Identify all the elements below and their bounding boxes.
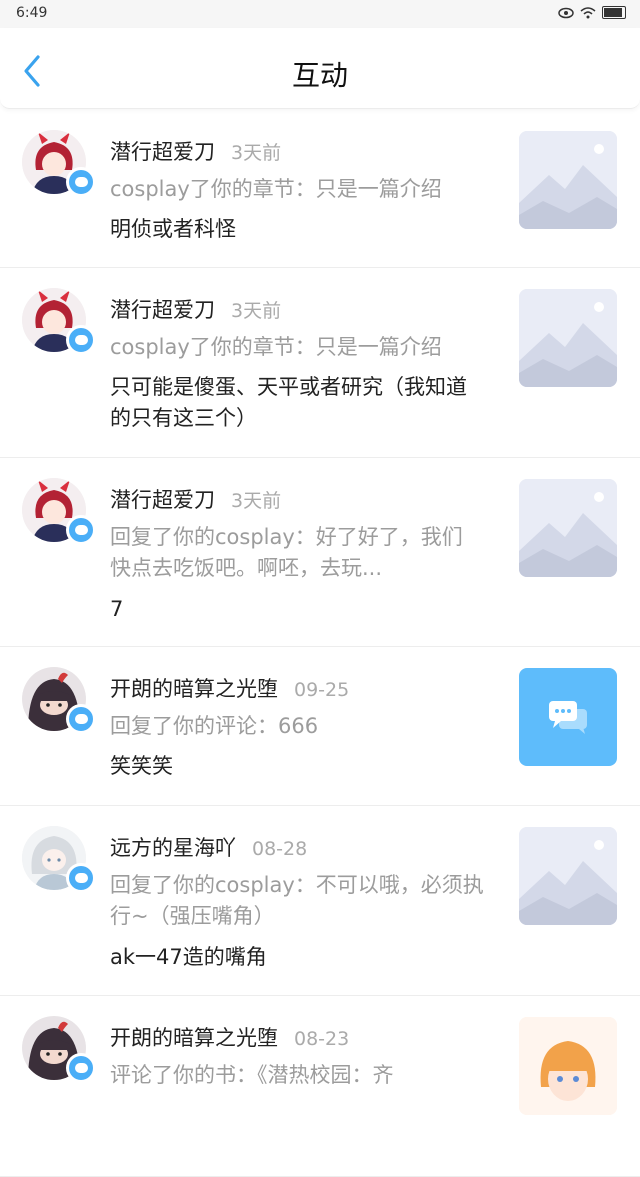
item-time: 3天前 bbox=[231, 300, 282, 322]
item-time: 08-28 bbox=[252, 838, 308, 860]
item-content: 明侦或者科怪 bbox=[110, 217, 236, 241]
item-content: ak一47造的嘴角 bbox=[110, 945, 267, 969]
item-description: 回复了你的cosplay：好了好了，我们快点去吃饭吧。啊呸，去玩... bbox=[110, 525, 463, 580]
item-description: cosplay了你的章节：只是一篇介绍 bbox=[110, 335, 442, 359]
status-bar: 6:49 bbox=[0, 0, 640, 28]
item-description: 评论了你的书：《潜热校园：齐 bbox=[110, 1063, 394, 1087]
user-name[interactable]: 潜行超爱刀 3天前 bbox=[110, 294, 281, 324]
list-item[interactable]: 潜行超爱刀 3天前 cosplay了你的章节：只是一篇介绍 明侦或者科怪 bbox=[0, 110, 640, 268]
status-icons bbox=[558, 6, 626, 19]
anime-cover-image[interactable] bbox=[519, 1017, 617, 1115]
item-time: 3天前 bbox=[231, 142, 282, 164]
user-name[interactable]: 远方的星海吖 08-28 bbox=[110, 832, 307, 862]
user-name[interactable]: 潜行超爱刀 3天前 bbox=[110, 136, 281, 166]
item-content: 只可能是傻蛋、天平或者研究（我知道的只有这三个） bbox=[110, 375, 467, 430]
placeholder-image-icon[interactable] bbox=[519, 827, 617, 925]
comment-badge-icon bbox=[66, 325, 96, 355]
user-name[interactable]: 开朗的暗算之光堕 09-25 bbox=[110, 673, 349, 703]
page-title: 互动 bbox=[291, 59, 348, 92]
list-item[interactable]: 开朗的暗算之光堕 08-23 评论了你的书：《潜热校园：齐 bbox=[0, 996, 640, 1177]
placeholder-image-icon[interactable] bbox=[519, 131, 617, 229]
user-name[interactable]: 开朗的暗算之光堕 08-23 bbox=[110, 1022, 349, 1052]
comment-badge-icon bbox=[66, 1053, 96, 1083]
comment-badge-icon bbox=[66, 704, 96, 734]
battery-icon bbox=[602, 6, 626, 19]
list-item[interactable]: 潜行超爱刀 3天前 回复了你的cosplay：好了好了，我们快点去吃饭吧。啊呸，去… bbox=[0, 458, 640, 647]
comment-badge-icon bbox=[66, 863, 96, 893]
item-content: 笑笑笑 bbox=[110, 754, 173, 778]
comment-icon bbox=[549, 701, 587, 734]
comment-tile[interactable] bbox=[519, 668, 617, 766]
list-item[interactable]: 潜行超爱刀 3天前 cosplay了你的章节：只是一篇介绍 只可能是傻蛋、天平或者… bbox=[0, 268, 640, 458]
placeholder-image-icon[interactable] bbox=[519, 479, 617, 577]
list-item[interactable]: 远方的星海吖 08-28 回复了你的cosplay：不可以哦，必须执行~（强压嘴角… bbox=[0, 806, 640, 996]
wifi-icon bbox=[580, 6, 596, 18]
interaction-list: 潜行超爱刀 3天前 cosplay了你的章节：只是一篇介绍 明侦或者科怪 潜行超爱… bbox=[0, 110, 640, 1177]
item-description: 回复了你的评论：666 bbox=[110, 714, 319, 738]
list-item[interactable]: 开朗的暗算之光堕 09-25 回复了你的评论：666 笑笑笑 bbox=[0, 647, 640, 806]
item-content: 7 bbox=[110, 597, 124, 621]
item-description: 回复了你的cosplay：不可以哦，必须执行~（强压嘴角） bbox=[110, 873, 484, 928]
status-time: 6:49 bbox=[16, 5, 48, 21]
item-description: cosplay了你的章节：只是一篇介绍 bbox=[110, 177, 442, 201]
placeholder-image-icon[interactable] bbox=[519, 289, 617, 387]
eye-icon bbox=[558, 7, 574, 18]
item-time: 3天前 bbox=[231, 490, 282, 512]
item-time: 08-23 bbox=[294, 1028, 350, 1050]
comment-badge-icon bbox=[66, 515, 96, 545]
user-name[interactable]: 潜行超爱刀 3天前 bbox=[110, 484, 281, 514]
top-app-bar: 互动 bbox=[0, 28, 640, 109]
comment-badge-icon bbox=[66, 167, 96, 197]
item-time: 09-25 bbox=[294, 679, 350, 701]
